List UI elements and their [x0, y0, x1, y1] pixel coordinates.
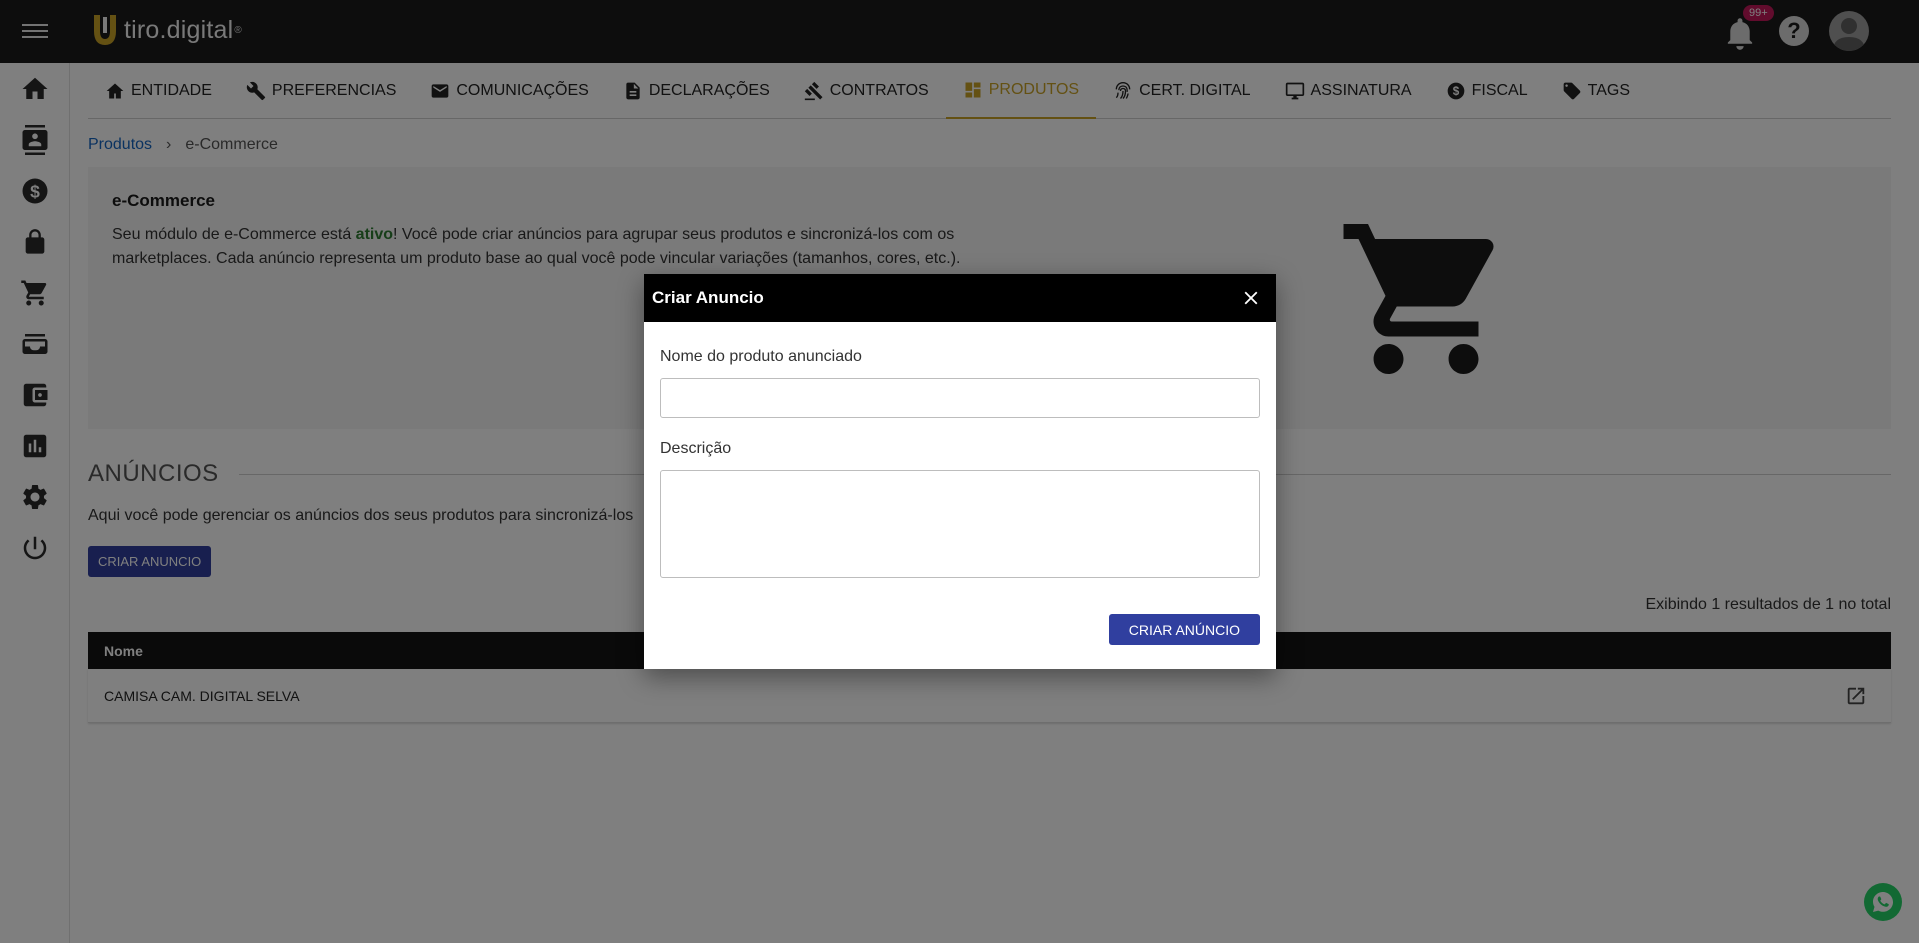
- create-listing-dialog: Criar Anuncio Nome do produto anunciado …: [644, 274, 1276, 669]
- description-label: Descrição: [660, 440, 732, 457]
- dialog-header: Criar Anuncio: [644, 274, 1276, 322]
- close-icon[interactable]: [1240, 287, 1262, 309]
- dialog-title: Criar Anuncio: [652, 288, 764, 307]
- product-name-input[interactable]: [660, 378, 1260, 418]
- description-textarea[interactable]: [660, 470, 1260, 578]
- product-name-label: Nome do produto anunciado: [660, 348, 862, 365]
- submit-create-listing-button[interactable]: CRIAR ANÚNCIO: [1108, 614, 1260, 645]
